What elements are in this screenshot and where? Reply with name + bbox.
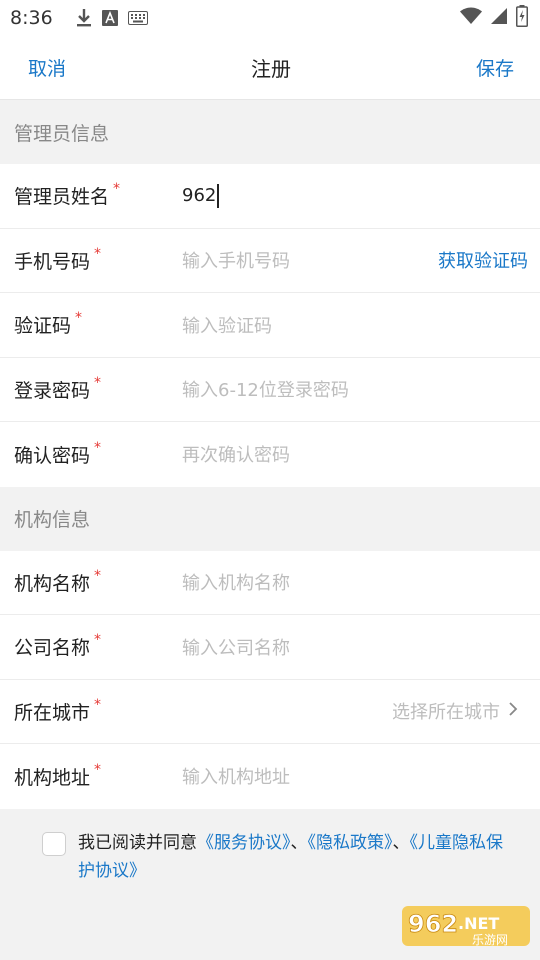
download-icon [76, 8, 92, 28]
confirm-password-row[interactable]: 确认密码 * 再次确认密码 [0, 422, 540, 487]
code-row[interactable]: 验证码 * 输入验证码 [0, 293, 540, 358]
agree-checkbox[interactable] [42, 831, 66, 856]
agreement-text: 我已阅读并同意《服务协议》、《隐私政策》、《儿童隐私保护协议》 [78, 829, 514, 885]
city-row[interactable]: 所在城市 * 选择所在城市 [0, 679, 540, 744]
org-address-row[interactable]: 机构地址 * 输入机构地址 [0, 744, 540, 809]
field-label: 手机号码 * [0, 245, 168, 274]
label-text: 手机号码 [14, 250, 91, 273]
nav-bar: 取消 注册 保存 [0, 36, 540, 100]
cancel-button[interactable]: 取消 [28, 54, 66, 81]
required-mark: * [94, 761, 102, 778]
org-address-input[interactable]: 输入机构地址 [168, 763, 540, 789]
company-name-input[interactable]: 输入公司名称 [168, 634, 540, 660]
required-mark: * [94, 696, 102, 713]
save-button[interactable]: 保存 [476, 54, 514, 81]
svg-text:962: 962 [408, 910, 458, 938]
chevron-right-icon [508, 701, 518, 722]
verification-code-input[interactable]: 输入验证码 [168, 312, 540, 338]
field-label: 所在城市 * [0, 696, 168, 725]
city-select[interactable]: 选择所在城市 [392, 698, 518, 724]
confirm-password-input[interactable]: 再次确认密码 [168, 441, 540, 467]
admin-name-input[interactable]: 962 [168, 183, 540, 208]
agreement-prefix: 我已阅读并同意 [78, 832, 197, 853]
field-label: 机构地址 * [0, 761, 168, 790]
required-mark: * [113, 181, 121, 198]
page-title: 注册 [251, 57, 291, 81]
label-text: 所在城市 [14, 701, 91, 724]
battery-charging-icon [516, 5, 528, 31]
status-bar: 8:36 [0, 0, 540, 36]
get-code-button[interactable]: 获取验证码 [438, 247, 528, 273]
section-header-admin: 管理员信息 [0, 100, 540, 164]
label-text: 管理员姓名 [14, 186, 110, 209]
svg-text:乐游网: 乐游网 [472, 933, 508, 947]
label-text: 公司名称 [14, 637, 91, 660]
password-input[interactable]: 输入6-12位登录密码 [168, 376, 540, 402]
label-text: 机构名称 [14, 572, 91, 595]
required-mark: * [94, 374, 102, 391]
input-value: 962 [182, 184, 217, 206]
field-label: 确认密码 * [0, 439, 168, 468]
required-mark: * [94, 632, 102, 649]
field-label: 管理员姓名 * [0, 181, 168, 209]
required-mark: * [94, 439, 102, 456]
field-label: 机构名称 * [0, 567, 168, 596]
city-select-placeholder: 选择所在城市 [392, 702, 500, 724]
required-mark: * [94, 245, 102, 262]
text-a-icon [102, 10, 118, 26]
agreement-block: 我已阅读并同意《服务协议》、《隐私政策》、《儿童隐私保护协议》 [0, 809, 540, 885]
org-name-row[interactable]: 机构名称 * 输入机构名称 [0, 550, 540, 615]
wifi-icon [460, 7, 482, 29]
label-text: 登录密码 [14, 379, 91, 402]
agreement-separator: 、 [290, 832, 308, 853]
password-row[interactable]: 登录密码 * 输入6-12位登录密码 [0, 357, 540, 422]
field-label: 验证码 * [0, 310, 168, 338]
label-text: 确认密码 [14, 444, 91, 467]
section-header-org: 机构信息 [0, 486, 540, 551]
org-name-input[interactable]: 输入机构名称 [168, 569, 540, 595]
phone-row[interactable]: 手机号码 * 输入手机号码 获取验证码 [0, 228, 540, 293]
status-time: 8:36 [10, 7, 53, 29]
admin-form-group: 管理员姓名 * 962 手机号码 * 输入手机号码 获取验证码 验证码 * 输入验证码… [0, 164, 540, 487]
field-label: 公司名称 * [0, 632, 168, 660]
text-cursor [217, 183, 219, 208]
signal-icon [490, 7, 508, 29]
field-label: 登录密码 * [0, 374, 168, 403]
service-agreement-link[interactable]: 《服务协议》 [197, 833, 291, 853]
label-text: 验证码 [14, 315, 72, 338]
agreement-separator: 、 [392, 832, 410, 853]
company-name-row[interactable]: 公司名称 * 输入公司名称 [0, 615, 540, 680]
org-form-group: 机构名称 * 输入机构名称 公司名称 * 输入公司名称 所在城市 * 选择所在城市 机… [0, 550, 540, 809]
required-mark: * [94, 567, 102, 584]
privacy-policy-link[interactable]: 《隐私政策》 [308, 833, 393, 853]
watermark-logo: 962 .NET 乐游网 [400, 902, 532, 954]
label-text: 机构地址 [14, 766, 91, 789]
svg-text:.NET: .NET [458, 914, 499, 933]
required-mark: * [75, 310, 83, 327]
keyboard-icon [128, 11, 148, 25]
admin-name-row[interactable]: 管理员姓名 * 962 [0, 164, 540, 229]
